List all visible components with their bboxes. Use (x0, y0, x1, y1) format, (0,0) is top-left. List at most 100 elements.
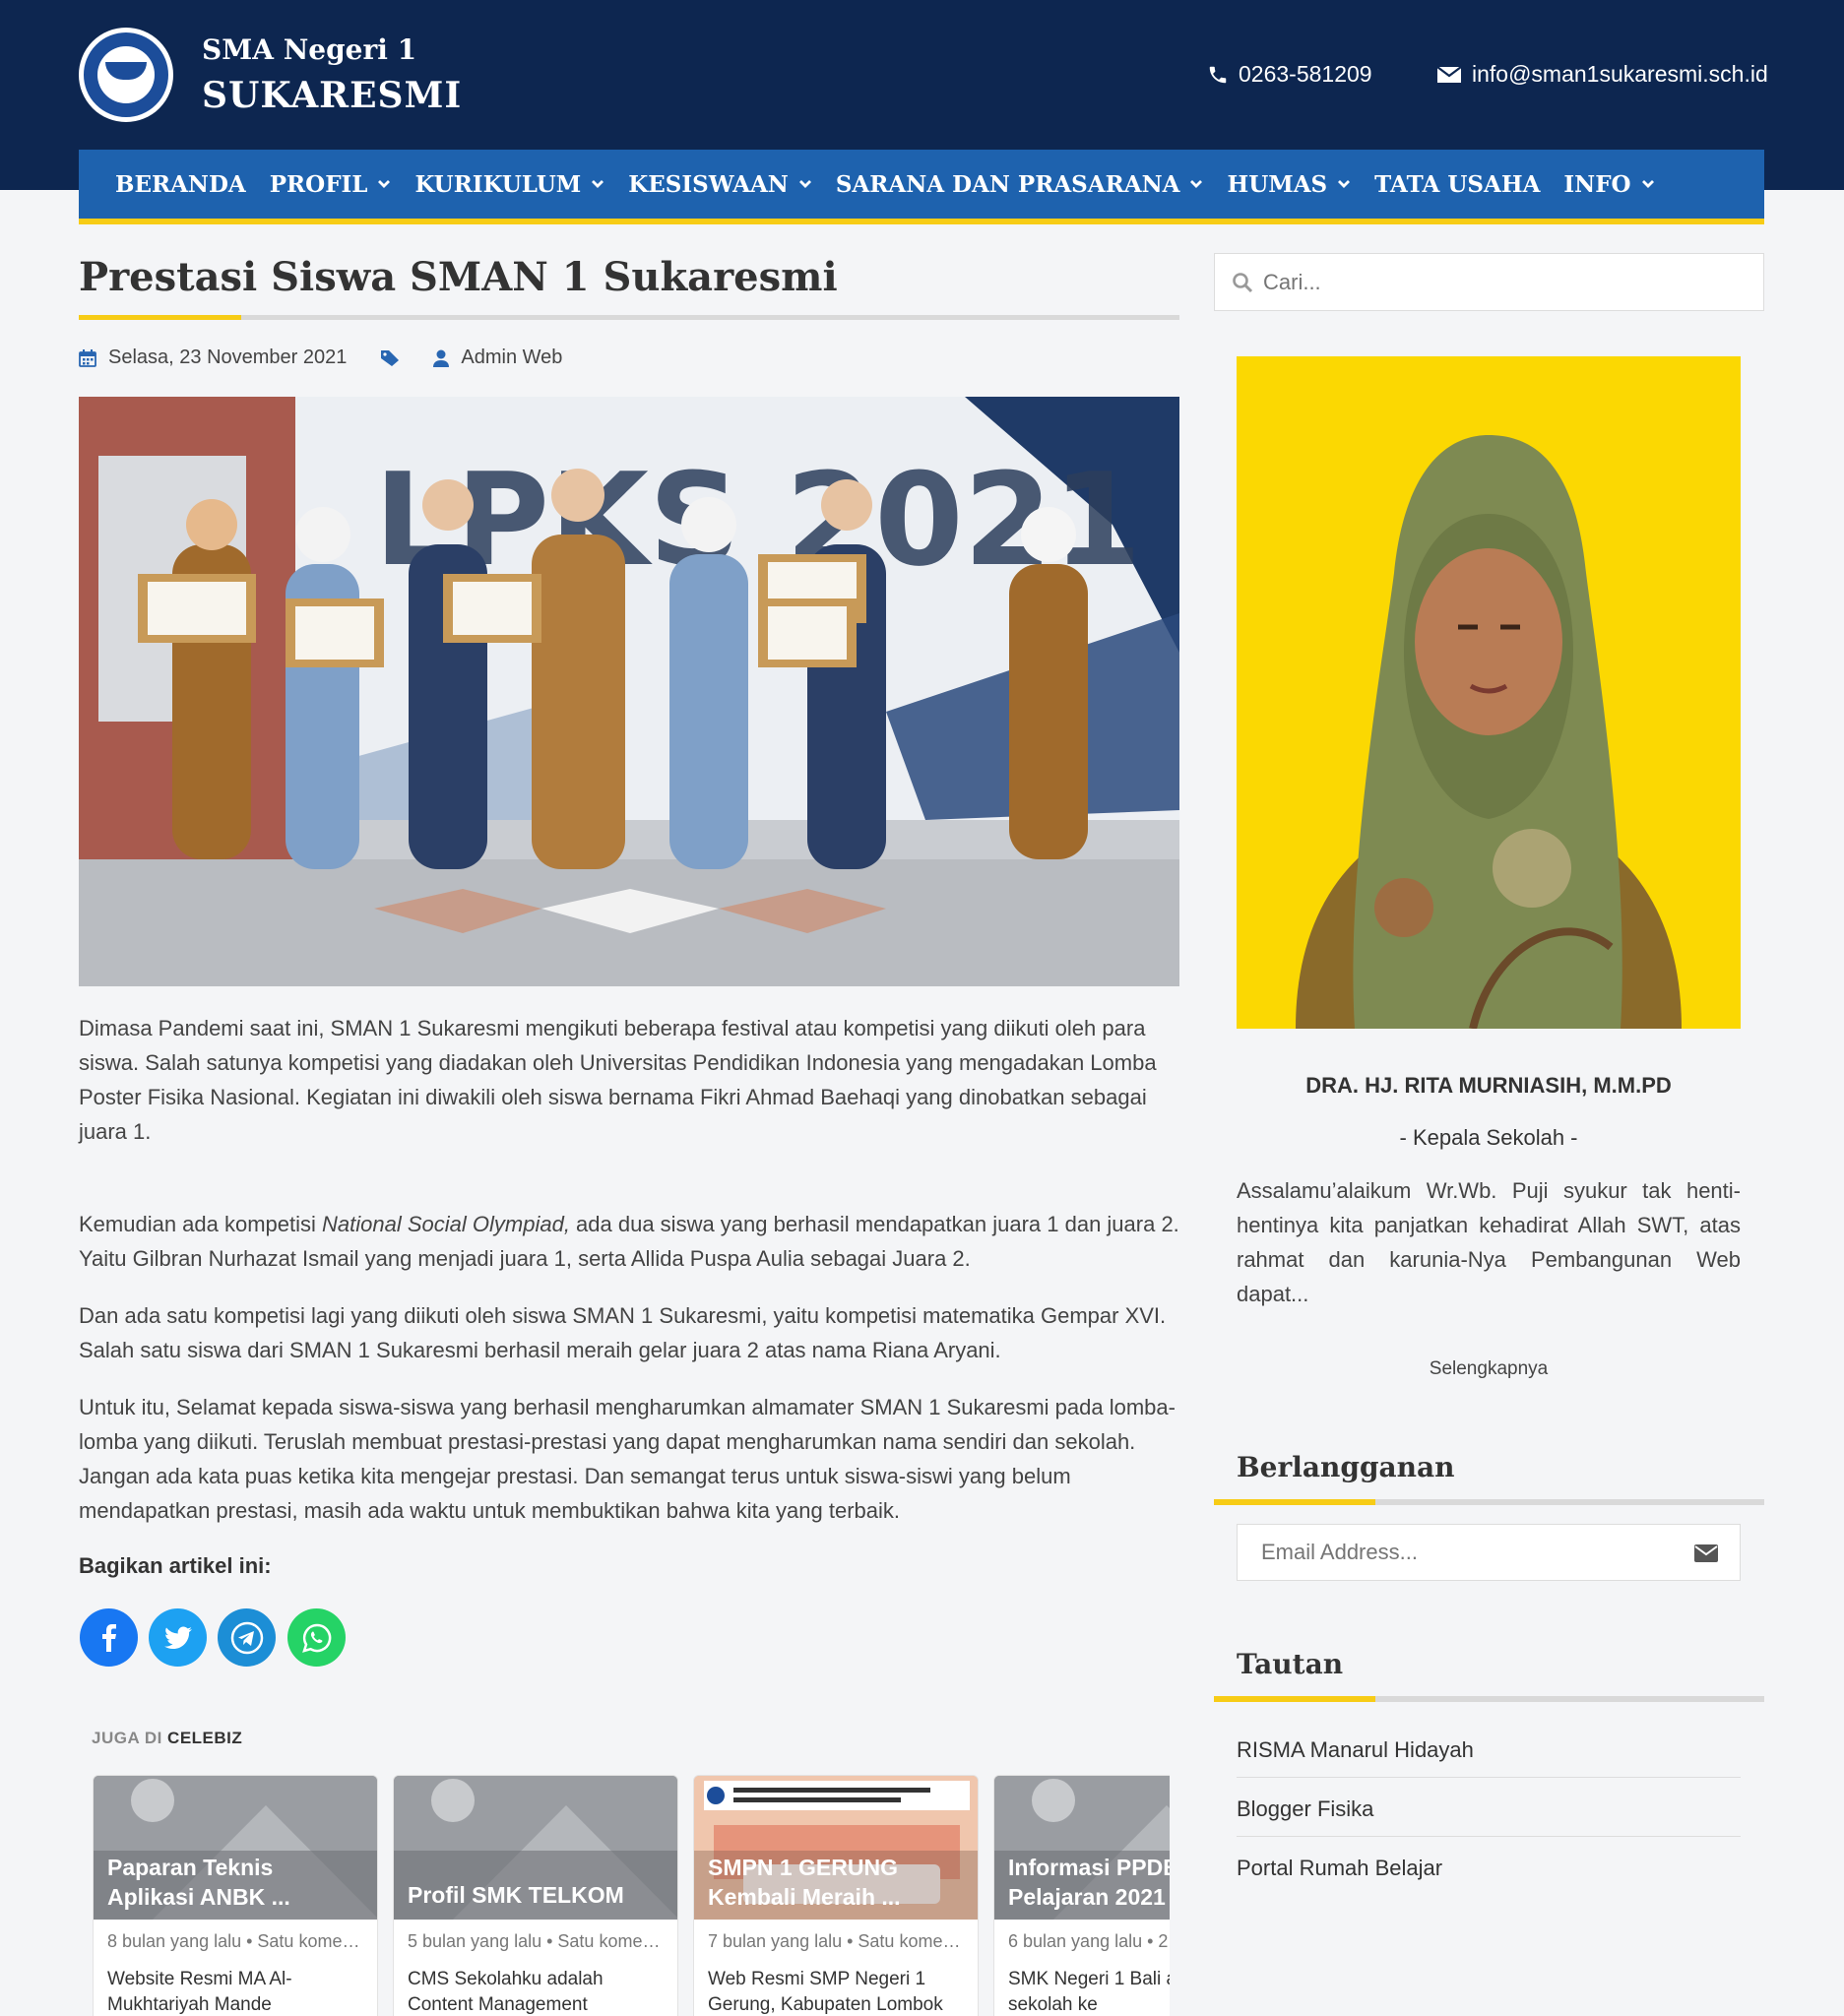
article-paragraph-2: Kemudian ada kompetisi National Social O… (79, 1207, 1179, 1276)
chevron-down-icon (1641, 180, 1654, 188)
nav-label: KURIKULUM (414, 170, 582, 198)
card-title: Informasi PPDB Pelajaran 2021 (1008, 1855, 1170, 1910)
article-date: Selasa, 23 November 2021 (79, 346, 347, 369)
whatsapp-icon (301, 1623, 331, 1653)
chevron-down-icon (592, 180, 604, 188)
nav-label: SARANA DAN PRASARANA (835, 170, 1180, 198)
card-meta: 5 bulan yang lalu • Satu kome… (408, 1931, 661, 1951)
card-meta: 7 bulan yang lalu • Satu kome… (708, 1931, 961, 1951)
principal-photo (1237, 356, 1741, 1029)
phone-number: 0263-581209 (1239, 61, 1372, 87)
article-hero-image: LPKS 2021 (79, 397, 1179, 986)
twitter-icon (163, 1625, 192, 1649)
principal-name: DRA. HJ. RITA MURNIASIH, M.M.PD (1305, 1073, 1672, 1098)
phone-contact[interactable]: 0263-581209 (1207, 61, 1372, 88)
facebook-icon (101, 1623, 116, 1652)
telegram-icon (230, 1621, 263, 1654)
nav-humas[interactable]: HUMAS (1227, 171, 1351, 198)
nav-label: KESISWAAN (628, 170, 789, 198)
article-paragraph-4: Untuk itu, Selamat kepada siswa-siswa ya… (79, 1395, 1176, 1523)
share-twitter-button[interactable] (149, 1608, 207, 1667)
nav-profil[interactable]: PROFIL (270, 171, 392, 198)
links-divider-accent (1214, 1696, 1375, 1702)
related-card[interactable]: Paparan Teknis Aplikasi ANBK ... 8 bulan… (93, 1775, 378, 2016)
chevron-down-icon (1190, 180, 1203, 188)
nav-label: INFO (1563, 170, 1631, 198)
author-text: Admin Web (461, 346, 563, 368)
date-text: Selasa, 23 November 2021 (108, 346, 348, 368)
search-input[interactable] (1263, 269, 1736, 295)
email-contact[interactable]: info@sman1sukaresmi.sch.id (1436, 61, 1768, 88)
card-meta: 8 bulan yang lalu • Satu kome… (107, 1931, 360, 1951)
article-paragraph-3: Dan ada satu kompetisi lagi yang diikuti… (79, 1303, 1167, 1362)
subscribe-divider (1214, 1499, 1764, 1505)
main-navigation: BERANDA PROFIL KURIKULUM KESISWAAN SARAN… (79, 150, 1764, 224)
paragraph-emphasis: National Social Olympiad, (322, 1212, 570, 1236)
card-source: SMK Negeri 1 Bali adalah sekolah ke (1008, 1969, 1170, 2015)
email-address: info@sman1sukaresmi.sch.id (1472, 61, 1768, 87)
school-name-line2[interactable]: SUKARESMI (202, 75, 462, 116)
related-label-prefix: JUGA DI (92, 1729, 168, 1747)
subscribe-email-input[interactable] (1261, 1540, 1675, 1565)
related-label: JUGA DI CELEBIZ (92, 1729, 242, 1748)
phone-icon (1209, 66, 1227, 83)
school-logo[interactable] (79, 28, 173, 122)
card-title: Paparan Teknis Aplikasi ANBK ... (107, 1855, 290, 1910)
user-icon (433, 349, 450, 367)
search-icon (1233, 272, 1253, 292)
principal-role: - Kepala Sekolah - (1399, 1125, 1578, 1150)
search-box[interactable] (1214, 253, 1764, 311)
nav-info[interactable]: INFO (1563, 171, 1654, 198)
chevron-down-icon (378, 180, 391, 188)
subscribe-divider-accent (1214, 1499, 1375, 1505)
paragraph-text: Kemudian ada kompetisi (79, 1212, 323, 1236)
share-telegram-button[interactable] (218, 1608, 276, 1667)
title-divider-accent (79, 315, 241, 320)
nav-label: PROFIL (269, 170, 368, 198)
article-tags[interactable] (380, 349, 400, 367)
article-title: Prestasi Siswa SMAN 1 Sukaresmi (79, 254, 838, 300)
title-divider (79, 315, 1179, 320)
related-card[interactable]: Profil SMK TELKOM 5 bulan yang lalu • Sa… (393, 1775, 678, 2016)
card-title: SMPN 1 GERUNG Kembali Meraih ... (708, 1855, 901, 1910)
envelope-icon[interactable] (1694, 1544, 1718, 1562)
envelope-icon (1436, 65, 1462, 83)
article-paragraph-1: Dimasa Pandemi saat ini, SMAN 1 Sukaresm… (79, 1016, 1157, 1144)
card-meta: 6 bulan yang lalu • 2 (1008, 1931, 1169, 1951)
calendar-icon (79, 348, 96, 367)
nav-beranda[interactable]: BERANDA (115, 171, 246, 198)
card-source: Web Resmi SMP Negeri 1 Gerung, Kabupaten… (708, 1969, 943, 2015)
related-card[interactable]: Informasi PPDB Pelajaran 2021 6 bulan ya… (993, 1775, 1170, 2016)
link-risma[interactable]: RISMA Manarul Hidayah (1237, 1737, 1741, 1778)
subscribe-form (1237, 1524, 1741, 1581)
related-card[interactable]: SMPN 1 GERUNG Kembali Meraih ... 7 bulan… (693, 1775, 979, 2016)
link-blogger-fisika[interactable]: Blogger Fisika (1237, 1796, 1741, 1837)
links-title: Tautan (1237, 1648, 1344, 1680)
nav-kesiswaan[interactable]: KESISWAAN (628, 171, 812, 198)
nav-kurikulum[interactable]: KURIKULUM (414, 171, 604, 198)
article-author[interactable]: Admin Web (433, 346, 562, 369)
nav-tata-usaha[interactable]: TATA USAHA (1374, 171, 1540, 198)
share-label: Bagikan artikel ini: (79, 1553, 272, 1578)
tag-icon (381, 349, 400, 366)
principal-portrait (1237, 356, 1741, 1029)
school-name-line1[interactable]: SMA Negeri 1 (202, 33, 416, 66)
nav-label: TATA USAHA (1374, 170, 1541, 198)
award-photo: LPKS 2021 (79, 397, 1179, 986)
links-divider (1214, 1696, 1764, 1702)
share-whatsapp-button[interactable] (287, 1608, 346, 1667)
principal-message: Assalamu’alaikum Wr.Wb. Puji syukur tak … (1237, 1178, 1741, 1306)
card-title: Profil SMK TELKOM (408, 1882, 624, 1908)
related-carousel: Paparan Teknis Aplikasi ANBK ... 8 bulan… (93, 1775, 1170, 2016)
nav-sarana-prasarana[interactable]: SARANA DAN PRASARANA (836, 171, 1204, 198)
read-more-link[interactable]: Selengkapnya (1237, 1358, 1741, 1380)
nav-label: HUMAS (1227, 170, 1328, 198)
card-source: CMS Sekolahku adalah Content Management (408, 1969, 604, 2015)
nav-label: BERANDA (115, 170, 246, 198)
share-facebook-button[interactable] (80, 1608, 138, 1667)
link-portal-rumah-belajar[interactable]: Portal Rumah Belajar (1237, 1856, 1741, 1895)
card-source: Website Resmi MA Al-Mukhtariyah Mande (107, 1969, 292, 2015)
chevron-down-icon (1338, 180, 1351, 188)
subscribe-title: Berlangganan (1237, 1451, 1455, 1483)
chevron-down-icon (798, 180, 811, 188)
